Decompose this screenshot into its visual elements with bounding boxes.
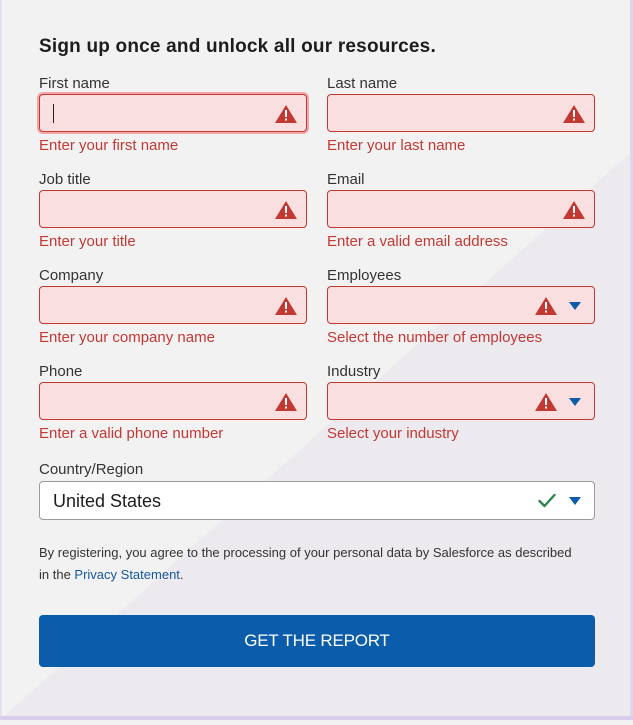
job-title-field: Job title Enter your title <box>39 170 307 251</box>
employees-error: Select the number of employees <box>327 329 543 346</box>
warning-triangle-icon <box>535 393 557 411</box>
last-name-input[interactable] <box>327 94 595 132</box>
chevron-down-icon[interactable] <box>569 497 581 505</box>
company-error: Enter your company name <box>39 329 215 346</box>
chevron-down-icon[interactable] <box>569 398 581 406</box>
warning-triangle-icon <box>275 105 297 123</box>
text-caret <box>53 104 54 123</box>
first-name-error: Enter your first name <box>39 137 179 154</box>
get-report-button[interactable]: GET THE REPORT <box>39 615 595 667</box>
signup-form: Sign up once and unlock all our resource… <box>0 0 633 720</box>
country-value: United States <box>53 491 162 511</box>
phone-error: Enter a valid phone number <box>39 425 224 442</box>
industry-label: Industry <box>327 363 381 380</box>
employees-select[interactable] <box>327 286 595 324</box>
job-title-label: Job title <box>39 171 91 188</box>
checkmark-icon <box>538 493 556 508</box>
phone-field: Phone Enter a valid phone number <box>39 362 307 443</box>
email-label: Email <box>327 171 365 188</box>
chevron-down-icon[interactable] <box>569 302 581 310</box>
warning-triangle-icon <box>563 105 585 123</box>
last-name-label: Last name <box>327 75 398 92</box>
job-title-error: Enter your title <box>39 233 136 250</box>
privacy-statement-link[interactable]: Privacy Statement <box>74 567 180 582</box>
country-select[interactable]: United States <box>39 481 595 520</box>
phone-label: Phone <box>39 363 83 380</box>
country-label: Country/Region <box>39 461 144 478</box>
company-field: Company Enter your company name <box>39 266 307 347</box>
warning-triangle-icon <box>275 297 297 315</box>
warning-triangle-icon <box>275 201 297 219</box>
company-input[interactable] <box>39 286 307 324</box>
warning-triangle-icon <box>275 393 297 411</box>
industry-select[interactable] <box>327 382 595 420</box>
warning-triangle-icon <box>563 201 585 219</box>
consent-text-after: . <box>179 567 184 582</box>
last-name-field: Last name Enter your last name <box>327 74 595 155</box>
first-name-input[interactable] <box>39 94 307 132</box>
email-field: Email Enter a valid email address <box>327 170 595 251</box>
employees-label: Employees <box>327 267 402 284</box>
industry-error: Select your industry <box>327 425 459 442</box>
country-field: Country/Region United States <box>39 459 595 520</box>
first-name-label: First name <box>39 75 110 92</box>
employees-field: Employees Select the number of employees <box>327 266 595 347</box>
job-title-input[interactable] <box>39 190 307 228</box>
consent-text: By registering, you agree to the process… <box>39 542 579 586</box>
warning-triangle-icon <box>535 297 557 315</box>
company-label: Company <box>39 267 104 284</box>
phone-input[interactable] <box>39 382 307 420</box>
email-input[interactable] <box>327 190 595 228</box>
first-name-field: First name Enter your first name <box>39 74 307 155</box>
email-error: Enter a valid email address <box>327 233 508 250</box>
industry-field: Industry Select your industry <box>327 362 595 443</box>
form-title: Sign up once and unlock all our resource… <box>39 36 436 57</box>
last-name-error: Enter your last name <box>327 137 466 154</box>
